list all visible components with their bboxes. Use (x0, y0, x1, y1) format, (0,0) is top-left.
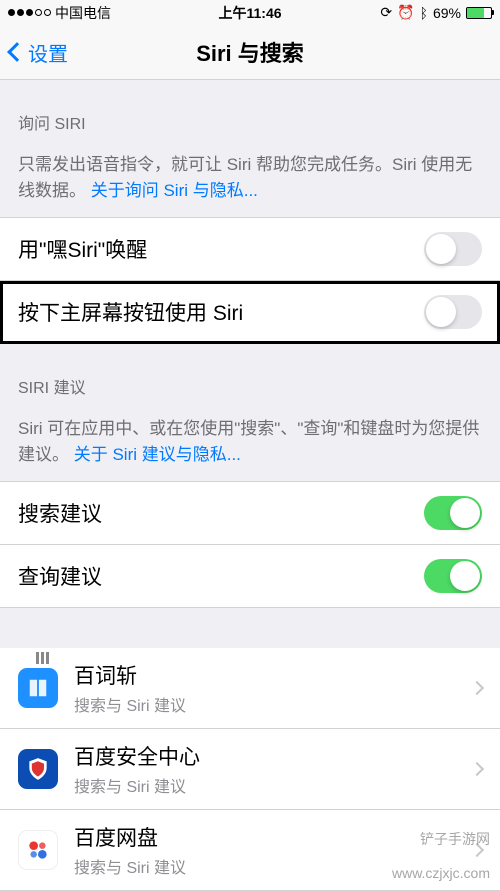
status-bar: 中国电信 上午11:46 ⟳ ⏰ ᛒ 69% (0, 0, 500, 25)
nav-bar: 设置 Siri 与搜索 (0, 25, 500, 80)
chevron-right-icon (470, 681, 484, 695)
battery-icon (466, 7, 492, 19)
app-subtitle: 搜索与 Siri 建议 (74, 773, 456, 797)
bluetooth-icon: ᛒ (420, 5, 428, 21)
ask-siri-privacy-link[interactable]: 关于询问 Siri 与隐私... (91, 181, 258, 200)
decorative-bars (36, 652, 49, 664)
section-header-ask-siri: 询问 SIRI (0, 80, 500, 144)
section-header-suggestions: SIRI 建议 (0, 344, 500, 408)
row-hey-siri-label: 用"嘿Siri"唤醒 (18, 234, 147, 264)
orientation-lock-icon: ⟳ (380, 4, 392, 21)
app-icon-baidu-netdisk (18, 830, 58, 870)
suggestions-privacy-link[interactable]: 关于 Siri 建议与隐私... (74, 445, 241, 464)
watermark-text: 铲子手游网 (420, 829, 490, 849)
row-search-suggestions-label: 搜索建议 (18, 498, 102, 528)
watermark-url: www.czjxjc.com (392, 865, 490, 881)
chevron-right-icon (470, 762, 484, 776)
app-title: 百度网盘 (74, 822, 456, 852)
section-desc-suggestions: Siri 可在应用中、或在您使用"搜索"、"查询"和键盘时为您提供建议。 关于 … (0, 408, 500, 481)
app-row-baidu-security[interactable]: 百度安全中心 搜索与 Siri 建议 (0, 729, 500, 810)
carrier-label: 中国电信 (55, 3, 111, 23)
row-lookup-suggestions-label: 查询建议 (18, 561, 102, 591)
page-title: Siri 与搜索 (0, 36, 500, 68)
section-desc-ask-siri: 只需发出语音指令，就可让 Siri 帮助您完成任务。Siri 使用无线数据。 关… (0, 144, 500, 217)
status-time: 上午11:46 (218, 3, 281, 23)
app-row-baicizhan[interactable]: 百词斩 搜索与 Siri 建议 (0, 648, 500, 729)
alarm-icon: ⏰ (397, 4, 414, 21)
back-label: 设置 (28, 38, 68, 67)
row-home-button-siri-label: 按下主屏幕按钮使用 Siri (18, 297, 243, 327)
app-icon-baicizhan (18, 668, 58, 708)
row-search-suggestions[interactable]: 搜索建议 (0, 481, 500, 545)
app-subtitle: 搜索与 Siri 建议 (74, 692, 456, 716)
row-lookup-suggestions[interactable]: 查询建议 (0, 545, 500, 608)
signal-strength-icon (8, 9, 51, 16)
app-title: 百度安全中心 (74, 741, 456, 771)
row-hey-siri[interactable]: 用"嘿Siri"唤醒 (0, 217, 500, 281)
app-icon-baidu-security (18, 749, 58, 789)
toggle-home-button-siri[interactable] (424, 295, 482, 329)
toggle-lookup-suggestions[interactable] (424, 559, 482, 593)
toggle-search-suggestions[interactable] (424, 496, 482, 530)
app-title: 百词斩 (74, 660, 456, 690)
row-home-button-siri[interactable]: 按下主屏幕按钮使用 Siri (0, 281, 500, 344)
back-button[interactable]: 设置 (10, 38, 68, 67)
toggle-hey-siri[interactable] (424, 232, 482, 266)
chevron-left-icon (7, 42, 27, 62)
battery-pct: 69% (433, 5, 461, 21)
